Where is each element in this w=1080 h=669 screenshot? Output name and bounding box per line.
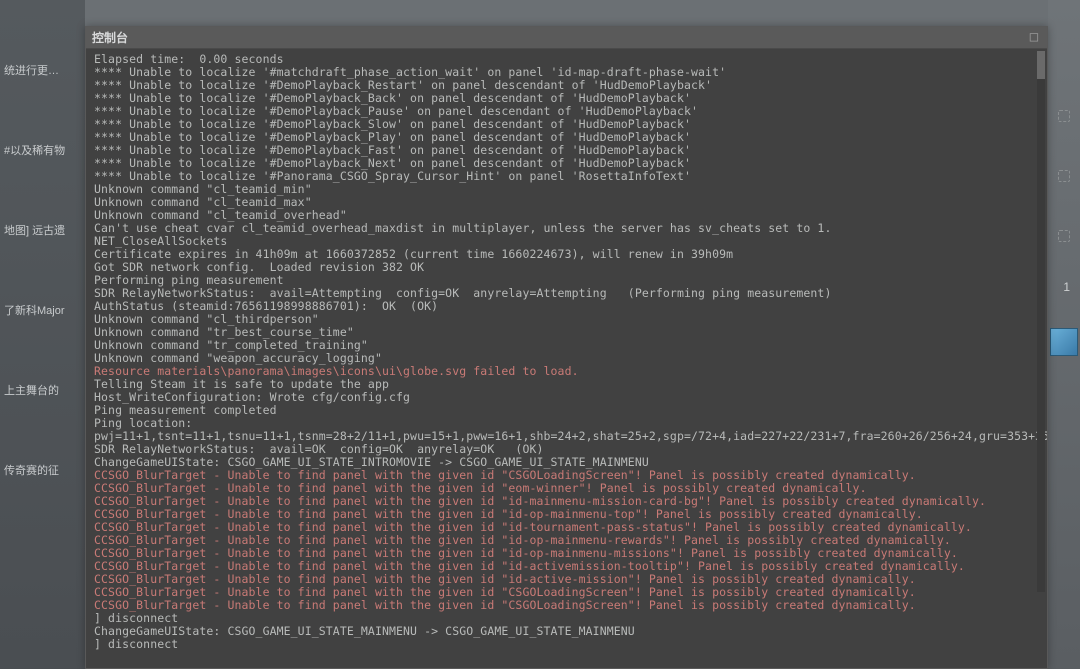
- dot-icon: [1058, 230, 1070, 242]
- background-rightpanel: 1: [1048, 0, 1080, 669]
- console-line: ChangeGameUIState: CSGO_GAME_UI_STATE_MA…: [94, 625, 1039, 638]
- console-line: ] disconnect: [94, 638, 1039, 651]
- sidebar-item: 地图] 远古遗: [0, 220, 85, 240]
- sidebar-item: 传奇赛的征: [0, 460, 85, 480]
- console-line: CCSGO_BlurTarget - Unable to find panel …: [94, 599, 1039, 612]
- scrollbar-thumb[interactable]: [1037, 51, 1045, 79]
- close-icon[interactable]: □: [1027, 31, 1041, 45]
- right-indicator-dots: [1058, 110, 1070, 242]
- sidebar-item: 了新科Major: [0, 300, 85, 320]
- sidebar-item: 上主舞台的: [0, 380, 85, 400]
- background-sidebar: 统进行更… #以及稀有物 地图] 远古遗 了新科Major 上主舞台的 传奇赛的…: [0, 0, 85, 669]
- sidebar-item: #以及稀有物: [0, 140, 85, 160]
- scrollbar-track[interactable]: [1037, 51, 1045, 592]
- avatar[interactable]: [1050, 328, 1078, 356]
- console-window: 控制台 □ Elapsed time: 0.00 seconds**** Una…: [85, 26, 1048, 669]
- right-number: 1: [1063, 280, 1070, 294]
- dot-icon: [1058, 110, 1070, 122]
- dot-icon: [1058, 170, 1070, 182]
- console-line: Can't use cheat cvar cl_teamid_overhead_…: [94, 222, 1039, 235]
- console-title: 控制台: [92, 29, 128, 46]
- console-line: Ping measurement completed: [94, 404, 1039, 417]
- console-body: Elapsed time: 0.00 seconds**** Unable to…: [86, 49, 1047, 668]
- sidebar-item: 统进行更…: [0, 60, 85, 80]
- console-titlebar[interactable]: 控制台 □: [86, 27, 1047, 49]
- console-output[interactable]: Elapsed time: 0.00 seconds**** Unable to…: [94, 53, 1039, 651]
